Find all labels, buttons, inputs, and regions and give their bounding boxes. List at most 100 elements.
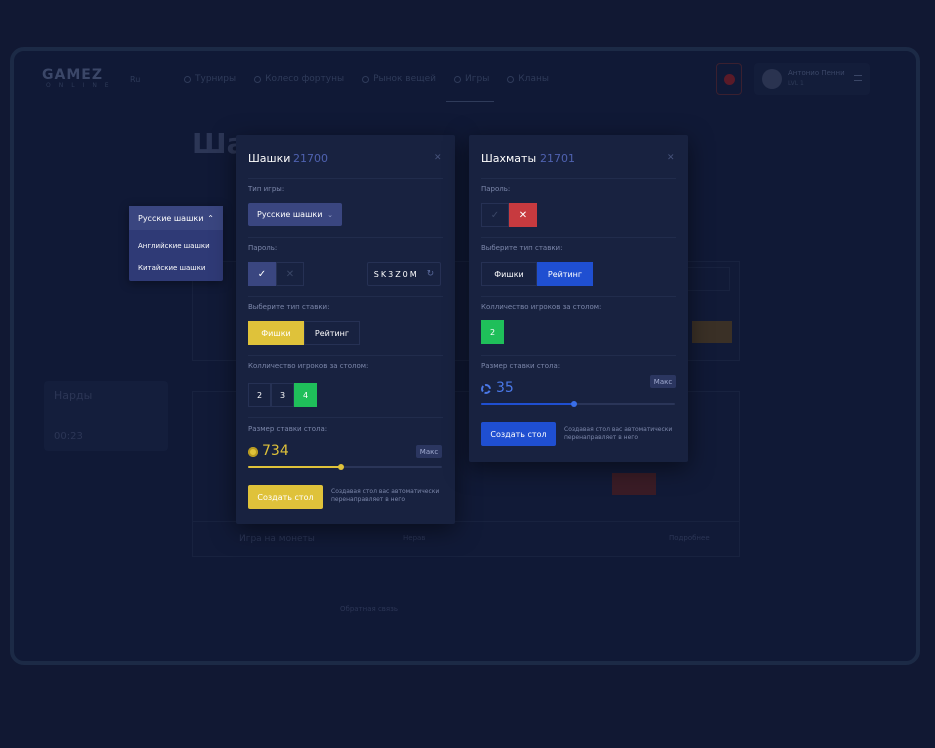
max-button[interactable]: Макс <box>650 375 676 388</box>
row-title: Игра на монеты <box>239 534 315 544</box>
background-button-dark <box>692 321 732 343</box>
bet-slider-handle[interactable] <box>571 401 578 407</box>
bet-slider-fill <box>248 466 342 468</box>
background-button-red <box>612 473 656 495</box>
modal-table-id: 21701 <box>540 152 575 165</box>
nav-label: Рынок вещей <box>373 74 437 84</box>
user-profile[interactable]: Антонио Пенни LVL 1 <box>754 63 870 95</box>
row-details-button[interactable]: Подробнее <box>669 534 710 542</box>
bet-value: 35 <box>496 380 514 396</box>
bet-type-rating[interactable]: Рейтинг <box>537 262 593 286</box>
close-icon: ✕ <box>285 268 295 280</box>
gamepad-icon <box>454 75 462 83</box>
create-table-button[interactable]: Создать стол <box>481 422 556 446</box>
divider <box>481 178 676 179</box>
close-icon[interactable]: ✕ <box>667 153 675 163</box>
streak-button[interactable] <box>716 63 742 95</box>
divider <box>248 178 443 179</box>
bet-size-label: Размер ставки стола: <box>481 362 561 370</box>
password-on-toggle[interactable]: ✓ <box>481 203 509 227</box>
wheel-icon <box>254 75 262 83</box>
nav-item-clans[interactable]: Кланы <box>507 71 549 87</box>
create-table-button[interactable]: Создать стол <box>248 485 323 509</box>
bet-type-chips[interactable]: Фишки <box>248 321 304 345</box>
password-on-toggle[interactable]: ✓ <box>248 262 276 286</box>
avatar <box>762 69 782 89</box>
refresh-icon[interactable]: ↻ <box>427 269 435 279</box>
nav-item-tournaments[interactable]: Турниры <box>184 71 236 87</box>
dropdown-option[interactable]: Английские шашки <box>129 235 223 257</box>
max-button[interactable]: Макс <box>416 445 442 458</box>
modal-chess: Шахматы 21701 ✕ Пароль: ✓ ✕ Выберите тип… <box>469 135 688 462</box>
game-card-title: Нарды <box>54 389 93 402</box>
rating-icon <box>481 384 491 394</box>
logo-subtitle: ONLINE <box>46 82 117 89</box>
game-type-dropdown[interactable]: Русские шашки ⌃ Английские шашки Китайск… <box>129 206 223 281</box>
nav-item-wheel[interactable]: Колесо фортуны <box>254 71 344 87</box>
bet-type-rating[interactable]: Рейтинг <box>304 321 360 345</box>
players-option-4[interactable]: 4 <box>294 383 317 407</box>
main-nav: Турниры Колесо фортуны Рынок вещей Игры … <box>184 71 549 87</box>
divider <box>248 296 443 297</box>
background-button <box>684 267 730 291</box>
background-app-frame: GAMEZ ONLINE Ru Турниры Колесо фортуны Р… <box>10 47 920 665</box>
row-badge: Нерав <box>403 534 426 542</box>
bet-slider[interactable] <box>248 464 442 470</box>
game-card-time: 00:23 <box>54 431 83 442</box>
bet-type-label: Выберите тип ставки: <box>481 244 563 252</box>
bet-type-label: Выберите тип ставки: <box>248 303 330 311</box>
nav-item-games[interactable]: Игры <box>454 71 489 87</box>
footer-feedback-link[interactable]: Обратная связь <box>340 605 398 613</box>
dropdown-selected[interactable]: Русские шашки ⌃ <box>129 206 223 230</box>
password-label: Пароль: <box>481 185 511 193</box>
password-code: SK3Z0M <box>373 269 419 279</box>
logo: GAMEZ <box>42 67 103 83</box>
game-type-label: Тип игры: <box>248 185 285 193</box>
modal-title: Шахматы <box>481 152 537 165</box>
check-icon: ✓ <box>257 268 267 280</box>
bet-type-chips[interactable]: Фишки <box>481 262 537 286</box>
close-icon[interactable]: ✕ <box>434 153 442 163</box>
password-off-toggle[interactable]: ✕ <box>509 203 537 227</box>
nav-label: Кланы <box>518 74 549 84</box>
players-option-2[interactable]: 2 <box>248 383 271 407</box>
players-label: Колличество игроков за столом: <box>248 362 369 370</box>
close-icon: ✕ <box>518 209 528 221</box>
background-row[interactable]: Игра на монеты Нерав Подробнее <box>192 521 740 557</box>
password-code-field[interactable]: SK3Z0M ↻ <box>367 262 441 286</box>
modal-title: Шашки <box>248 152 291 165</box>
game-card-nardy[interactable]: Нарды 00:23 <box>44 381 168 451</box>
nav-label: Турниры <box>195 74 237 84</box>
game-type-value: Русские шашки <box>257 210 323 219</box>
nav-label: Колесо фортуны <box>265 74 345 84</box>
user-name: Антонио Пенни <box>788 69 845 77</box>
nav-label: Игры <box>465 74 490 84</box>
divider <box>481 237 676 238</box>
dropdown-option[interactable]: Китайские шашки <box>129 257 223 279</box>
bet-slider-handle[interactable] <box>338 464 345 470</box>
players-label: Колличество игроков за столом: <box>481 303 602 311</box>
bet-value: 734 <box>262 443 289 459</box>
user-level: LVL 1 <box>788 80 804 87</box>
password-off-toggle[interactable]: ✕ <box>276 262 304 286</box>
create-hint: Создавая стол вас автоматически перенапр… <box>564 426 673 441</box>
coin-icon <box>248 447 258 457</box>
password-label: Пароль: <box>248 244 278 252</box>
players-option-2[interactable]: 2 <box>481 320 504 344</box>
divider <box>248 355 443 356</box>
nav-item-market[interactable]: Рынок вещей <box>362 71 436 87</box>
top-bar: GAMEZ ONLINE Ru Турниры Колесо фортуны Р… <box>14 51 916 107</box>
menu-icon[interactable] <box>854 75 862 81</box>
modal-checkers: Шашки 21700 ✕ Тип игры: Русские шашки ⌄ … <box>236 135 455 524</box>
modal-table-id: 21700 <box>293 152 328 165</box>
bet-slider-fill <box>481 403 575 405</box>
fire-icon <box>724 74 735 85</box>
game-type-select[interactable]: Русские шашки ⌄ <box>248 203 342 226</box>
language-switch[interactable]: Ru <box>130 75 140 84</box>
chevron-down-icon: ⌄ <box>327 210 333 219</box>
check-icon: ✓ <box>490 209 500 221</box>
players-option-3[interactable]: 3 <box>271 383 294 407</box>
bet-slider[interactable] <box>481 401 675 407</box>
market-icon <box>362 75 370 83</box>
nav-active-underline <box>446 101 494 102</box>
